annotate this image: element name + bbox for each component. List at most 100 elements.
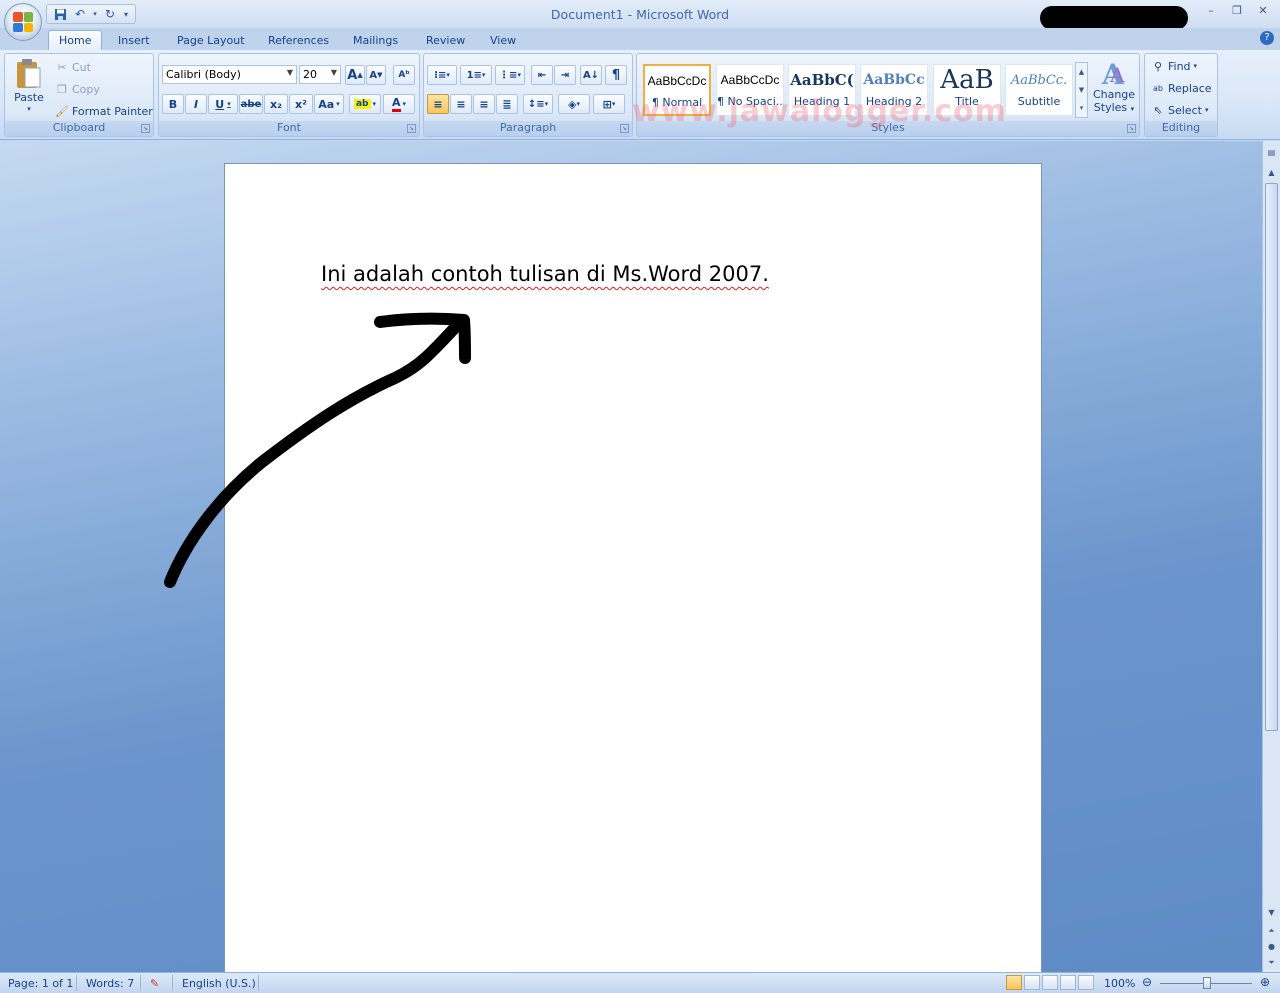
- status-separator: [258, 975, 259, 991]
- strikethrough-button[interactable]: abe: [239, 94, 263, 114]
- print-layout-view-icon[interactable]: [1006, 975, 1022, 990]
- change-case-button[interactable]: Aa ▾: [314, 94, 344, 114]
- close-icon[interactable]: ✕: [1254, 4, 1272, 20]
- format-painter-button[interactable]: 🖌 Format Painter: [55, 104, 153, 118]
- tab-home[interactable]: Home: [48, 30, 103, 50]
- shading-button[interactable]: ◈ ▾: [558, 94, 590, 114]
- paragraph-launcher-icon[interactable]: ↘: [620, 124, 629, 133]
- copy-label: Copy: [72, 82, 100, 96]
- restore-icon[interactable]: ❐: [1228, 4, 1246, 20]
- full-screen-reading-view-icon[interactable]: [1024, 975, 1040, 990]
- cut-button[interactable]: ✂ Cut: [55, 60, 91, 74]
- tab-review[interactable]: Review: [426, 30, 465, 50]
- web-layout-view-icon[interactable]: [1042, 975, 1058, 990]
- styles-more-icon[interactable]: ▾: [1076, 99, 1087, 117]
- next-page-icon[interactable]: ⏷: [1264, 955, 1279, 970]
- select-button[interactable]: ⇖ Select ▾: [1151, 103, 1208, 117]
- bullets-button[interactable]: ⁝≡ ▾: [427, 65, 457, 85]
- document-text[interactable]: Ini adalah contoh tulisan di Ms.Word 200…: [321, 262, 769, 286]
- proofing-icon[interactable]: ✎: [150, 977, 159, 990]
- grow-font-button[interactable]: A ▲: [345, 65, 365, 85]
- page-count[interactable]: Page: 1 of 1: [8, 977, 73, 990]
- styles-down-icon[interactable]: ▼: [1076, 81, 1087, 99]
- undo-dropdown-icon[interactable]: ▾: [91, 6, 99, 22]
- change-styles-button[interactable]: A A Change Styles ▾: [1091, 58, 1137, 114]
- clear-formatting-button[interactable]: Aᵇ: [393, 65, 415, 85]
- ruler-toggle-icon[interactable]: ▤: [1264, 145, 1279, 160]
- font-size-combo[interactable]: 20 ▼: [299, 65, 341, 84]
- tab-view[interactable]: View: [490, 30, 516, 50]
- select-dropdown-icon: ▾: [1204, 106, 1209, 114]
- decrease-indent-button[interactable]: ⇤: [531, 65, 553, 85]
- browse-object-icon[interactable]: ●: [1264, 939, 1279, 954]
- word-count[interactable]: Words: 7: [86, 977, 134, 990]
- find-dropdown-icon: ▾: [1193, 62, 1198, 70]
- draft-view-icon[interactable]: [1078, 975, 1094, 990]
- find-button[interactable]: ⚲ Find ▾: [1151, 59, 1197, 73]
- sort-icon: A↓: [582, 69, 600, 81]
- scroll-down-icon[interactable]: ▼: [1264, 905, 1279, 920]
- line-spacing-button[interactable]: ↕≡ ▾: [523, 94, 553, 114]
- help-icon[interactable]: ?: [1260, 31, 1274, 45]
- tab-insert[interactable]: Insert: [118, 30, 150, 50]
- clipboard-launcher-icon[interactable]: ↘: [141, 124, 150, 133]
- tab-references[interactable]: References: [268, 30, 329, 50]
- align-right-button[interactable]: ≡: [473, 94, 495, 114]
- style-no-spacing-sample: AaBbCcDc: [720, 73, 780, 87]
- bullets-icon: ⁝≡: [434, 69, 447, 81]
- decrease-indent-icon: ⇤: [537, 69, 547, 81]
- shrink-font-button[interactable]: A ▼: [366, 65, 386, 85]
- styles-up-icon[interactable]: ▲: [1076, 63, 1087, 81]
- replace-button[interactable]: ab Replace: [1151, 81, 1212, 95]
- italic-button[interactable]: I: [185, 94, 207, 114]
- undo-icon[interactable]: ↶: [71, 6, 89, 22]
- increase-indent-button[interactable]: ⇥: [554, 65, 576, 85]
- tab-page-layout[interactable]: Page Layout: [177, 30, 245, 50]
- tab-mailings[interactable]: Mailings: [353, 30, 398, 50]
- editing-group: ⚲ Find ▾ ab Replace ⇖ Select ▾ Editing: [1144, 53, 1218, 137]
- highlight-button[interactable]: ab ▾: [349, 94, 381, 114]
- styles-gallery-scroll[interactable]: ▲ ▼ ▾: [1075, 62, 1088, 118]
- underline-button[interactable]: U ▾: [208, 94, 238, 114]
- redo-icon[interactable]: ↻: [101, 6, 119, 22]
- borders-button[interactable]: ⊞ ▾: [593, 94, 625, 114]
- vertical-scrollbar[interactable]: ▤ ▲ ▼ ⏶ ● ⏷: [1262, 141, 1280, 972]
- paste-button[interactable]: Paste ▾: [11, 58, 47, 113]
- scroll-up-icon[interactable]: ▲: [1264, 165, 1279, 180]
- font-color-button[interactable]: A ▾: [383, 94, 415, 114]
- align-center-button[interactable]: ≡: [450, 94, 472, 114]
- styles-launcher-icon[interactable]: ↘: [1127, 124, 1136, 133]
- zoom-in-icon[interactable]: ⊕: [1260, 975, 1270, 989]
- save-icon[interactable]: [51, 6, 69, 22]
- bold-button[interactable]: B: [162, 94, 184, 114]
- customize-qat-icon[interactable]: ▾: [121, 6, 131, 22]
- subscript-button[interactable]: x₂: [264, 94, 288, 114]
- align-left-button[interactable]: ≡: [427, 94, 449, 114]
- previous-page-icon[interactable]: ⏶: [1264, 923, 1279, 938]
- zoom-slider-thumb[interactable]: [1203, 977, 1211, 989]
- document-page[interactable]: Ini adalah contoh tulisan di Ms.Word 200…: [224, 163, 1042, 983]
- sort-button[interactable]: A↓: [580, 65, 602, 85]
- change-styles-label: Change: [1092, 88, 1136, 101]
- superscript-button[interactable]: x²: [289, 94, 313, 114]
- zoom-level[interactable]: 100%: [1104, 977, 1135, 990]
- copy-button[interactable]: ❐ Copy: [55, 82, 100, 96]
- scroll-thumb[interactable]: [1265, 183, 1278, 731]
- style-subtitle[interactable]: AaBbCc. Subtitle: [1005, 64, 1073, 116]
- status-separator: [76, 975, 77, 991]
- numbering-button[interactable]: 1≡ ▾: [460, 65, 492, 85]
- language-indicator[interactable]: English (U.S.): [182, 977, 256, 990]
- show-formatting-button[interactable]: ¶: [605, 65, 627, 85]
- underline-label: U: [215, 97, 225, 111]
- multilevel-list-button[interactable]: ⋮≡ ▾: [495, 65, 525, 85]
- outline-view-icon[interactable]: [1060, 975, 1076, 990]
- cut-label: Cut: [72, 60, 91, 74]
- select-label: Select: [1168, 103, 1202, 117]
- minimize-icon[interactable]: –: [1202, 4, 1220, 20]
- zoom-out-icon[interactable]: ⊖: [1142, 975, 1152, 989]
- font-name-combo[interactable]: Calibri (Body) ▼: [162, 65, 297, 84]
- office-button[interactable]: [4, 3, 42, 41]
- highlighter-icon: ab: [353, 99, 371, 109]
- justify-button[interactable]: ≣: [496, 94, 518, 114]
- font-launcher-icon[interactable]: ↘: [407, 124, 416, 133]
